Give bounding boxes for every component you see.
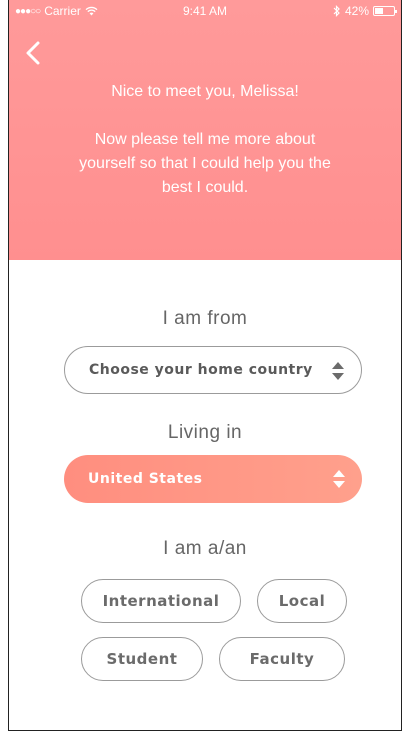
option-international[interactable]: International xyxy=(81,579,241,623)
role-label: I am a/an xyxy=(163,538,247,559)
select-arrows-icon xyxy=(332,362,344,380)
greeting-text: Nice to meet you, Melissa! xyxy=(111,83,299,100)
phone-screen: ●●●○○ Carrier 9:41 AM 42% Nice to meet y xyxy=(8,0,402,731)
option-faculty[interactable]: Faculty xyxy=(219,637,345,681)
option-student[interactable]: Student xyxy=(81,637,203,681)
option-local[interactable]: Local xyxy=(257,579,347,623)
status-right: 42% xyxy=(333,4,397,18)
select-arrows-icon xyxy=(333,470,345,488)
battery-icon xyxy=(373,6,397,16)
bluetooth-icon xyxy=(333,5,340,17)
home-country-placeholder: Choose your home country xyxy=(89,362,313,378)
living-in-select[interactable]: United States xyxy=(64,455,362,503)
back-chevron-icon[interactable] xyxy=(21,38,45,68)
living-label: Living in xyxy=(167,422,243,443)
living-in-value: United States xyxy=(88,471,203,487)
battery-percent: 42% xyxy=(344,4,369,18)
home-country-select[interactable]: Choose your home country xyxy=(64,346,362,394)
status-bar: ●●●○○ Carrier 9:41 AM 42% xyxy=(9,0,401,22)
prompt-text: Now please tell me more about yourself s… xyxy=(79,131,331,196)
from-label: I am from xyxy=(162,308,248,329)
header-panel: ●●●○○ Carrier 9:41 AM 42% Nice to meet y xyxy=(9,0,401,260)
